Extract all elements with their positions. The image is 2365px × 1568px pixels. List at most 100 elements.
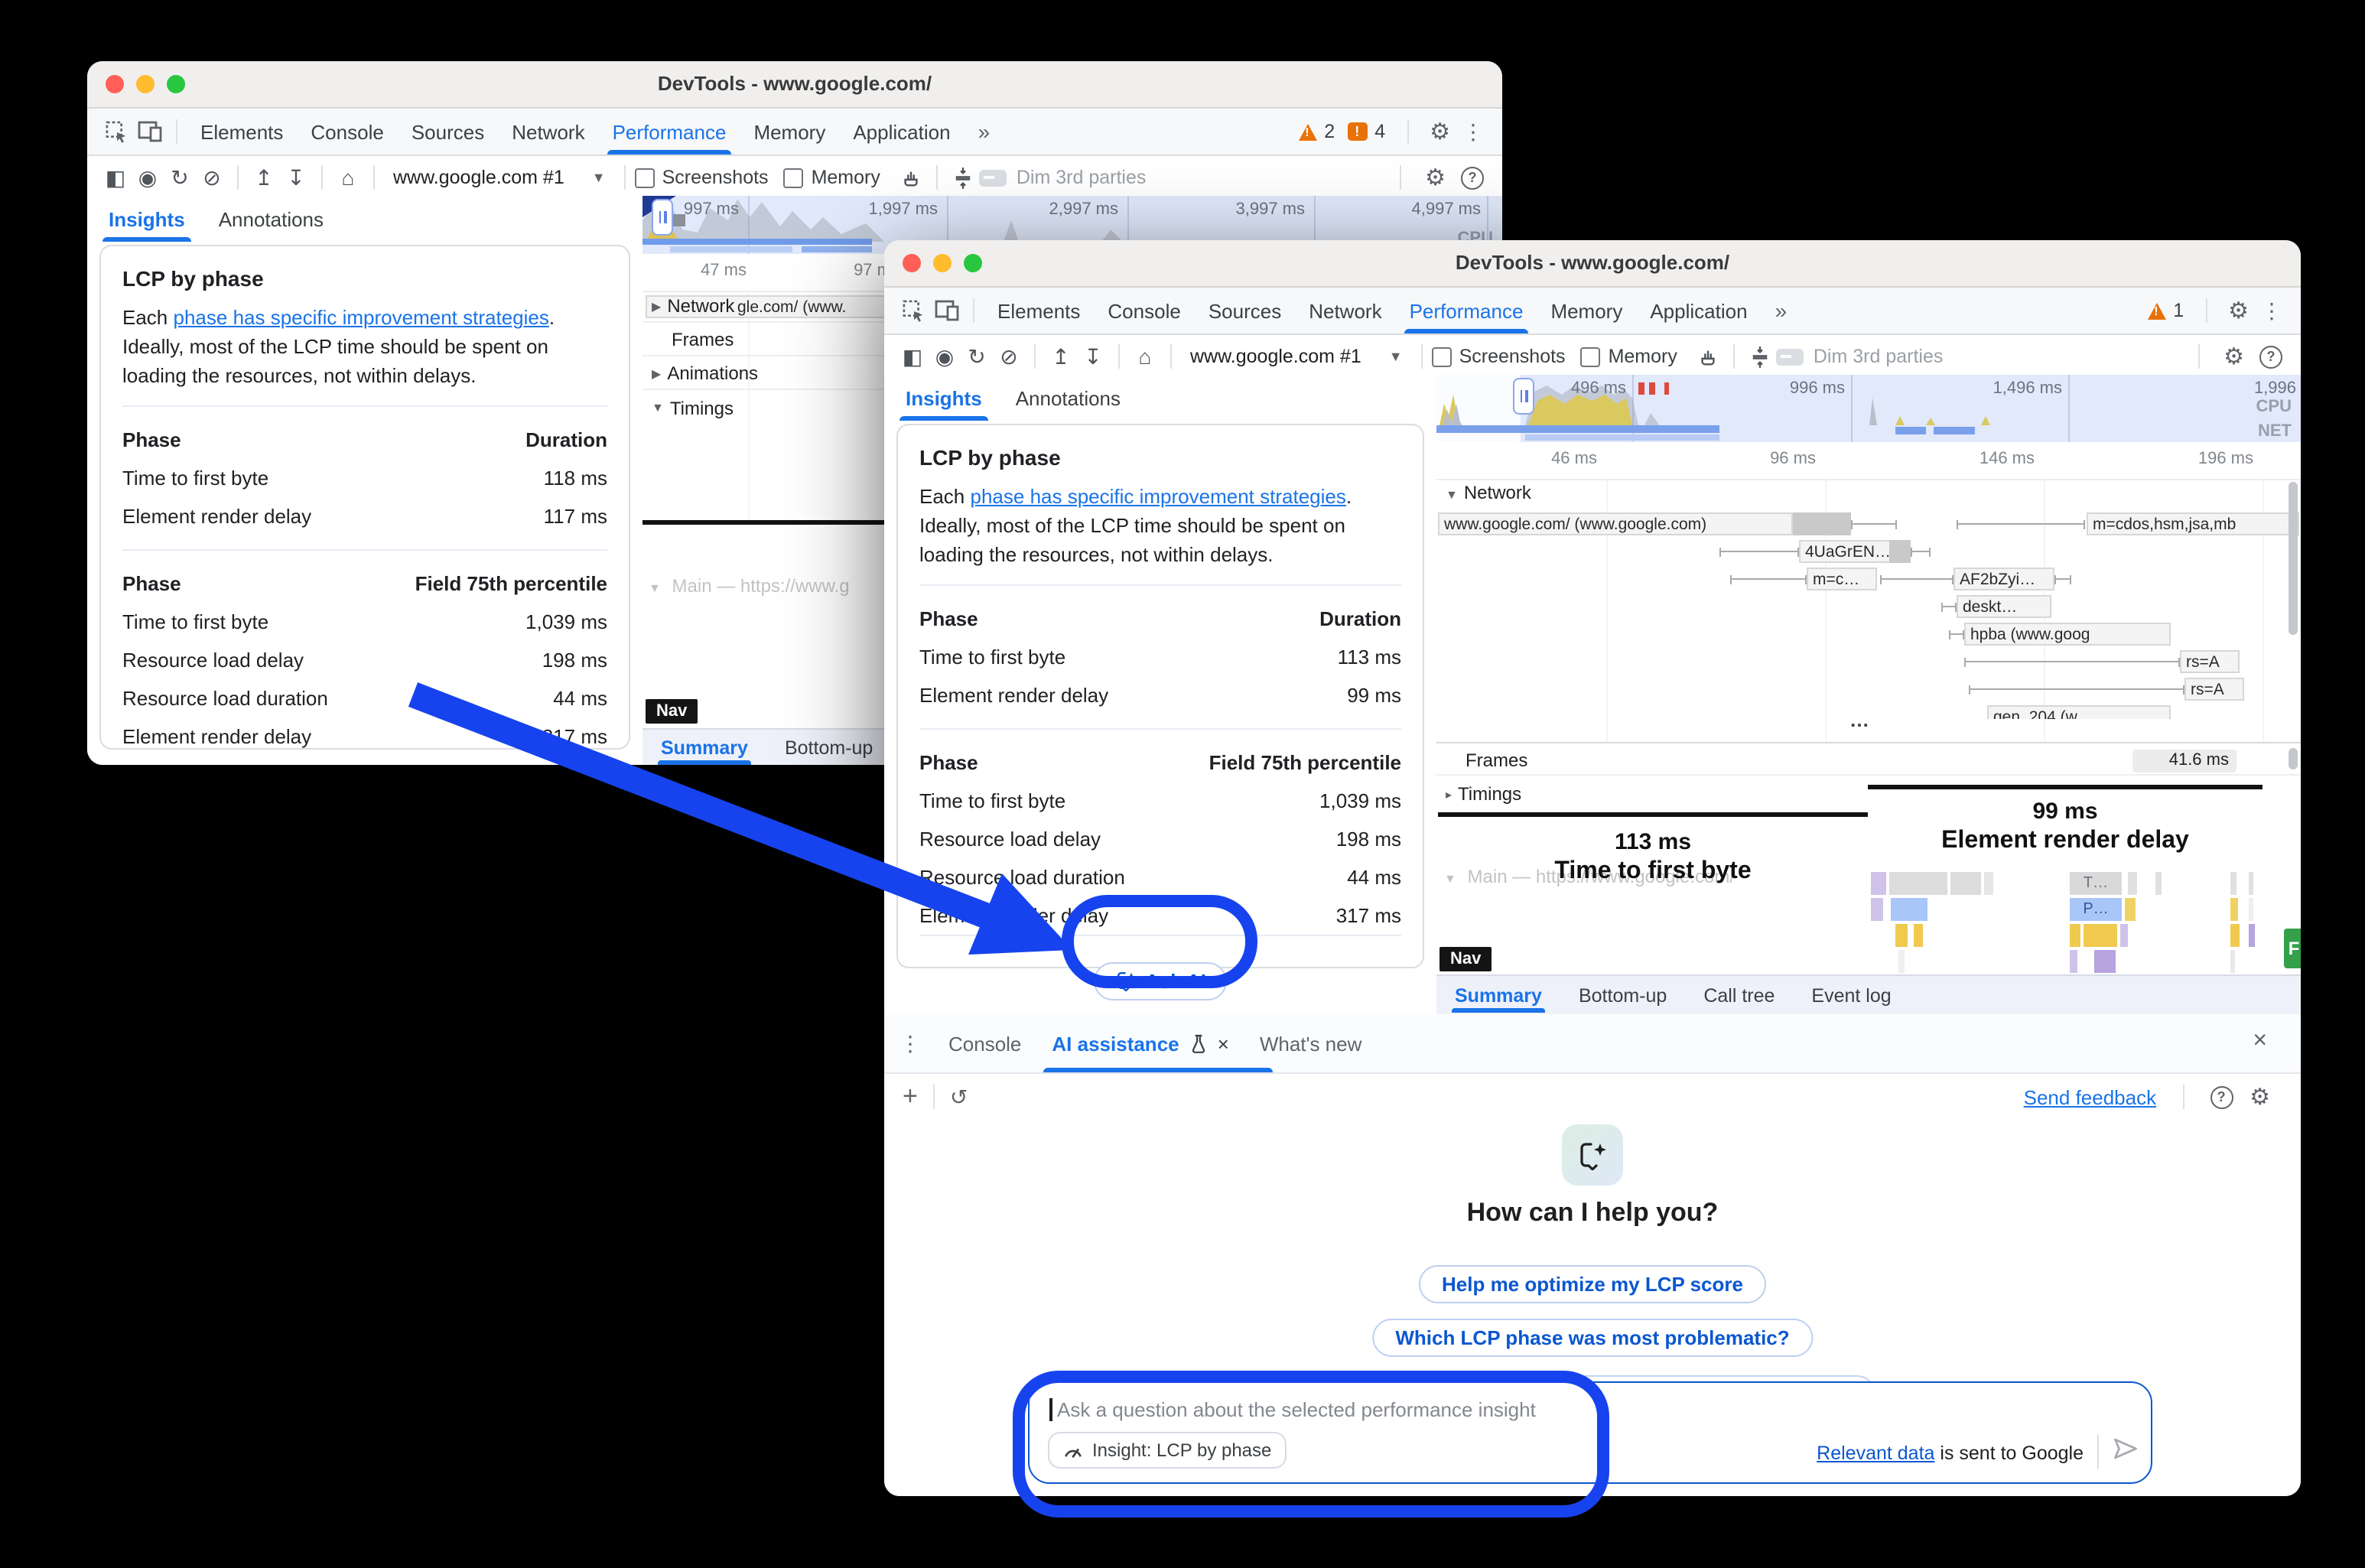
tab-console[interactable]: Console [1094, 288, 1194, 333]
screenshots-checkbox[interactable] [635, 168, 655, 187]
network-request-bar[interactable]: hpba (www.goog [1964, 623, 2171, 646]
target-selector[interactable]: www.google.com #1▼ [1181, 346, 1412, 367]
close-drawer-icon[interactable]: × [2253, 1028, 2267, 1056]
relevant-data-link[interactable]: Relevant data [1817, 1443, 1934, 1464]
minimap-drag-handle[interactable] [652, 199, 673, 236]
target-selector[interactable]: www.google.com #1▼ [384, 167, 615, 188]
memory-checkbox[interactable] [784, 168, 804, 187]
issues-icon[interactable] [1347, 122, 1367, 141]
network-request-bar[interactable]: deskt… [1957, 595, 2051, 618]
minimap-drag-handle[interactable] [1513, 378, 1534, 415]
network-request-bar[interactable]: AF2bZyi… [1953, 568, 2054, 590]
tab-console[interactable]: Console [297, 109, 397, 154]
close-window-button[interactable] [106, 75, 124, 93]
settings-gear-icon[interactable]: ⚙ [2228, 299, 2249, 322]
ai-settings-gear-icon[interactable]: ⚙ [2250, 1085, 2270, 1108]
ai-help-icon[interactable]: ? [2210, 1085, 2233, 1108]
network-scrollbar[interactable] [2289, 482, 2298, 635]
lcp-by-phase-card[interactable]: LCP by phase Each phase has specific imp… [896, 424, 1424, 968]
tab-summary[interactable]: Summary [1455, 978, 1542, 1012]
home-icon[interactable]: ⌂ [332, 161, 364, 194]
minimize-window-button[interactable] [136, 75, 155, 93]
download-profile-icon[interactable]: ↧ [1077, 340, 1109, 373]
drawer-menu-icon[interactable]: ⋮ [899, 1030, 921, 1056]
dim-3rd-parties-toggle[interactable] [980, 169, 1007, 186]
help-icon[interactable]: ? [2259, 345, 2282, 368]
tab-insights[interactable]: Insights [906, 376, 982, 420]
close-window-button[interactable] [903, 254, 921, 272]
kebab-menu-icon[interactable]: ⋮ [1462, 119, 1484, 145]
tab-memory[interactable]: Memory [1537, 288, 1636, 333]
record-icon[interactable]: ◉ [929, 340, 961, 373]
send-icon[interactable] [2113, 1436, 2139, 1466]
upload-profile-icon[interactable]: ↥ [1045, 340, 1077, 373]
warning-icon[interactable] [1298, 123, 1316, 140]
device-toolbar-icon[interactable] [133, 115, 167, 148]
tab-ai-assistance[interactable]: AI assistance × [1036, 1032, 1244, 1055]
warning-count[interactable]: 2 [1324, 121, 1335, 142]
ai-question-input[interactable]: Ask a question about the selected perfor… [1028, 1381, 2152, 1484]
network-overflow-indicator[interactable]: … [1849, 708, 1871, 731]
close-ai-tab-icon[interactable]: × [1218, 1032, 1229, 1055]
zoom-window-button[interactable] [167, 75, 185, 93]
tab-whats-new[interactable]: What's new [1244, 1032, 1378, 1055]
tab-elements[interactable]: Elements [984, 288, 1094, 333]
new-chat-icon[interactable]: + [903, 1082, 918, 1112]
tab-performance[interactable]: Performance [599, 109, 740, 154]
send-feedback-link[interactable]: Send feedback [2024, 1085, 2156, 1108]
clear-icon[interactable]: ⊘ [993, 340, 1025, 373]
tab-network[interactable]: Network [498, 109, 598, 154]
improvement-strategies-link[interactable]: phase has specific improvement strategie… [971, 485, 1346, 508]
suggestion-chip[interactable]: Help me optimize my LCP score [1419, 1265, 1766, 1303]
history-icon[interactable]: ↺ [950, 1084, 968, 1110]
suggestion-chip[interactable]: Which LCP phase was most problematic? [1372, 1319, 1812, 1357]
tab-drawer-console[interactable]: Console [933, 1032, 1036, 1055]
ask-ai-button[interactable]: Ask AI [1093, 961, 1228, 1000]
tab-network[interactable]: Network [1295, 288, 1395, 333]
tab-application[interactable]: Application [839, 109, 964, 154]
screenshots-checkbox[interactable] [1432, 346, 1452, 366]
perf-settings-gear-icon[interactable]: ⚙ [2223, 345, 2244, 368]
inspect-icon[interactable] [99, 115, 133, 148]
gc-brush-icon[interactable] [1693, 340, 1725, 373]
timeline-minimap[interactable]: 496 ms 996 ms 1,496 ms 1,996 CPU NET [1436, 375, 2301, 442]
inspect-icon[interactable] [896, 294, 930, 327]
tab-sources[interactable]: Sources [1195, 288, 1295, 333]
network-request-bar[interactable]: m=c… [1807, 568, 1877, 590]
record-icon[interactable]: ◉ [132, 161, 164, 194]
flame-task-label[interactable]: T… [2070, 872, 2122, 895]
tab-memory[interactable]: Memory [740, 109, 839, 154]
network-request-bar[interactable]: rs=A [2180, 650, 2240, 673]
network-request-bar[interactable]: m=cdos,hsm,jsa,mb [2087, 512, 2299, 535]
collapse-icon[interactable] [948, 161, 980, 194]
improvement-strategies-link[interactable]: phase has specific improvement strategie… [174, 306, 549, 329]
more-tabs-button[interactable]: » [1762, 288, 1801, 333]
memory-checkbox[interactable] [1581, 346, 1601, 366]
network-request-bar[interactable]: www.google.com/ (www.google.com) [1438, 512, 1793, 535]
gc-brush-icon[interactable] [896, 161, 928, 194]
home-icon[interactable]: ⌂ [1129, 340, 1161, 373]
tab-summary[interactable]: Summary [661, 730, 748, 764]
collapse-icon[interactable] [1745, 340, 1777, 373]
flame-parse-label[interactable]: P… [2070, 898, 2122, 921]
network-request-bar[interactable]: rs=A [2184, 678, 2244, 701]
tab-annotations[interactable]: Annotations [219, 197, 324, 241]
tab-performance[interactable]: Performance [1396, 288, 1537, 333]
zoom-window-button[interactable] [964, 254, 982, 272]
dim-3rd-parties-toggle[interactable] [1777, 348, 1804, 365]
network-track-label[interactable]: ▼Network [1446, 482, 1531, 503]
tab-sources[interactable]: Sources [398, 109, 498, 154]
help-icon[interactable]: ? [1461, 166, 1484, 189]
network-request-bar[interactable]: gen_204 (w [1987, 705, 2171, 719]
frames-scrollbar[interactable] [2289, 748, 2298, 769]
warning-count[interactable]: 1 [2173, 300, 2184, 321]
reload-record-icon[interactable]: ↻ [961, 340, 993, 373]
tab-bottom-up[interactable]: Bottom-up [785, 730, 873, 764]
tab-call-tree[interactable]: Call tree [1703, 978, 1775, 1012]
settings-gear-icon[interactable]: ⚙ [1430, 120, 1450, 143]
device-toolbar-icon[interactable] [930, 294, 964, 327]
warning-icon[interactable] [2147, 302, 2165, 319]
toggle-sidebar-icon[interactable]: ◧ [896, 340, 929, 373]
toggle-sidebar-icon[interactable]: ◧ [99, 161, 132, 194]
tab-annotations[interactable]: Annotations [1016, 376, 1121, 420]
